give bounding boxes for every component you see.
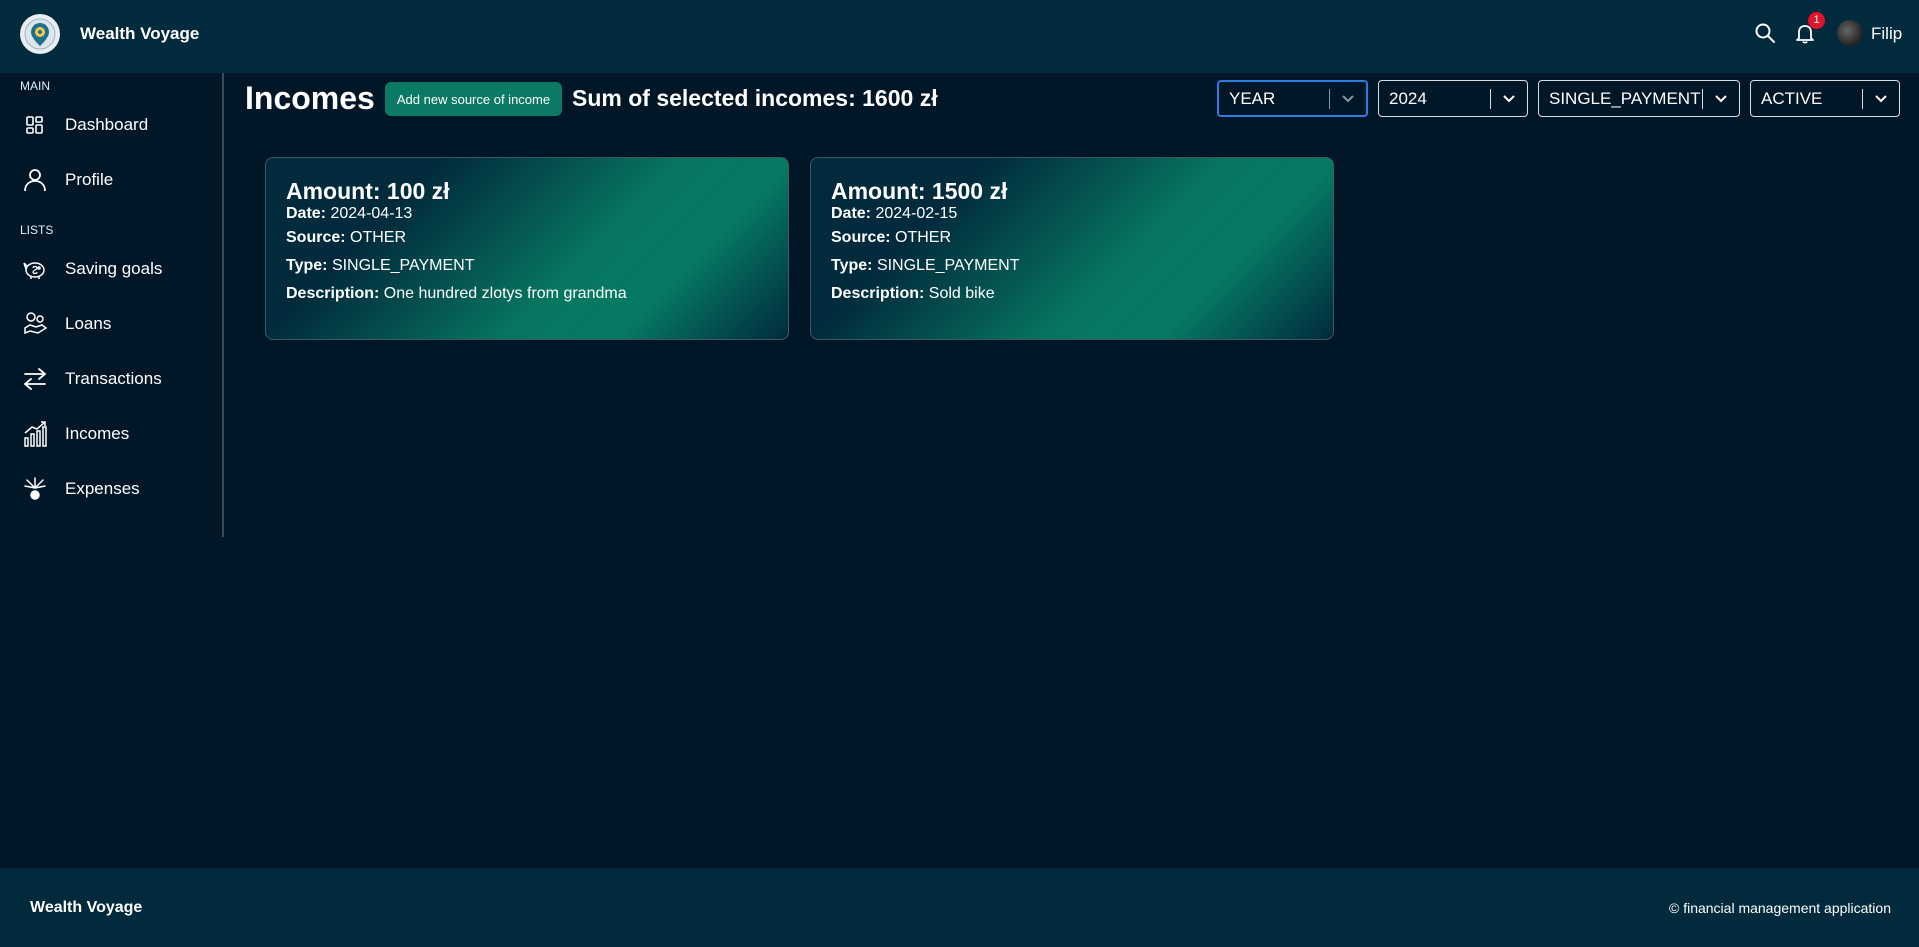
notification-badge: 1 bbox=[1808, 12, 1825, 29]
select-value: ACTIVE bbox=[1761, 88, 1823, 108]
card-amount: Amount: 100 zł bbox=[286, 178, 450, 204]
footer: Wealth Voyage © financial management app… bbox=[0, 868, 1919, 947]
card-field-value: 2024-04-13 bbox=[330, 205, 413, 222]
card-field-value: Sold bike bbox=[928, 285, 995, 302]
search-icon[interactable] bbox=[1754, 22, 1776, 44]
card-source: Source: OTHER bbox=[831, 224, 1313, 252]
user-name[interactable]: Filip bbox=[1871, 24, 1902, 44]
sidebar-item-label: Expenses bbox=[65, 479, 140, 498]
sidebar-item-profile[interactable]: Profile bbox=[20, 160, 210, 200]
sidebar-item-dashboard[interactable]: Dashboard bbox=[20, 105, 210, 145]
sidebar-item-loans[interactable]: Loans bbox=[20, 304, 210, 344]
page-title: Incomes bbox=[245, 80, 375, 116]
app-title[interactable]: Wealth Voyage bbox=[80, 24, 199, 44]
sidebar-item-label: Dashboard bbox=[65, 115, 149, 134]
avatar[interactable] bbox=[1837, 20, 1863, 46]
card-field-label: Description: bbox=[286, 285, 380, 302]
select-value: SINGLE_PAYMENT bbox=[1549, 88, 1701, 108]
top-header: Wealth Voyage 1 Filip bbox=[0, 0, 1919, 73]
sidebar-item-transactions[interactable]: Transactions bbox=[20, 359, 210, 399]
card-field-value: SINGLE_PAYMENT bbox=[876, 257, 1020, 274]
card-field-value: OTHER bbox=[350, 229, 407, 246]
select-value: YEAR bbox=[1229, 88, 1276, 108]
sidebar-item-expenses[interactable]: Expenses bbox=[20, 469, 210, 509]
card-field-value: SINGLE_PAYMENT bbox=[331, 257, 475, 274]
sidebar-item-label: Loans bbox=[65, 314, 112, 333]
chevron-down-icon[interactable] bbox=[1491, 94, 1527, 104]
sidebar-section-main: MAIN bbox=[20, 79, 50, 93]
sidebar-item-label: Profile bbox=[65, 170, 114, 189]
card-type: Type: SINGLE_PAYMENT bbox=[831, 252, 1313, 280]
card-description: Description: Sold bike bbox=[831, 280, 1313, 308]
card-field-label: Date: bbox=[286, 205, 327, 222]
card-field-value: One hundred zlotys from grandma bbox=[383, 285, 627, 302]
chevron-down-icon[interactable] bbox=[1703, 94, 1739, 104]
loan-hand-icon bbox=[20, 309, 50, 339]
status-select[interactable]: ACTIVE bbox=[1750, 80, 1900, 117]
income-sum: Sum of selected incomes: 1600 zł bbox=[572, 85, 938, 111]
income-card[interactable]: Amount: 100 zł Date: 2024-04-13 Source: … bbox=[265, 157, 789, 340]
card-description: Description: One hundred zlotys from gra… bbox=[286, 280, 768, 308]
card-field-value: 2024-02-15 bbox=[875, 205, 958, 222]
user-icon bbox=[20, 165, 50, 195]
card-amount: Amount: 1500 zł bbox=[831, 178, 1008, 204]
card-date: Date: 2024-02-15 bbox=[831, 204, 1313, 224]
sidebar: MAIN Dashboard Profile LISTS Saving goal… bbox=[0, 73, 224, 537]
card-field-label: Source: bbox=[831, 229, 891, 246]
card-field-label: Date: bbox=[831, 205, 872, 222]
year-select[interactable]: 2024 bbox=[1378, 80, 1528, 117]
sidebar-section-lists: LISTS bbox=[20, 223, 54, 237]
sidebar-item-saving-goals[interactable]: Saving goals bbox=[20, 249, 210, 289]
expense-icon bbox=[20, 474, 50, 504]
app-logo-icon[interactable] bbox=[20, 14, 60, 54]
footer-brand: Wealth Voyage bbox=[30, 899, 143, 916]
card-date: Date: 2024-04-13 bbox=[286, 204, 768, 224]
select-value: 2024 bbox=[1389, 88, 1427, 108]
sidebar-item-label: Transactions bbox=[65, 369, 162, 388]
piggy-bank-icon bbox=[20, 254, 50, 284]
sidebar-item-label: Incomes bbox=[65, 424, 130, 443]
card-field-label: Type: bbox=[831, 257, 873, 274]
chevron-down-icon[interactable] bbox=[1863, 94, 1899, 104]
chevron-down-icon[interactable] bbox=[1330, 94, 1366, 104]
footer-copyright: © financial management application bbox=[1668, 900, 1891, 916]
transfer-arrows-icon bbox=[20, 364, 50, 394]
income-card[interactable]: Amount: 1500 zł Date: 2024-02-15 Source:… bbox=[810, 157, 1334, 340]
card-type: Type: SINGLE_PAYMENT bbox=[286, 252, 768, 280]
card-field-label: Type: bbox=[286, 257, 328, 274]
card-field-value: OTHER bbox=[895, 229, 952, 246]
card-field-label: Description: bbox=[831, 285, 925, 302]
add-income-button[interactable]: Add new source of income bbox=[385, 82, 562, 116]
sidebar-item-incomes[interactable]: Incomes bbox=[20, 414, 210, 454]
growth-chart-icon bbox=[20, 419, 50, 449]
payment-type-select[interactable]: SINGLE_PAYMENT bbox=[1538, 80, 1740, 117]
card-source: Source: OTHER bbox=[286, 224, 768, 252]
card-field-label: Source: bbox=[286, 229, 346, 246]
period-select[interactable]: YEAR bbox=[1217, 80, 1368, 117]
dashboard-icon bbox=[20, 110, 50, 140]
sidebar-item-label: Saving goals bbox=[65, 259, 163, 278]
